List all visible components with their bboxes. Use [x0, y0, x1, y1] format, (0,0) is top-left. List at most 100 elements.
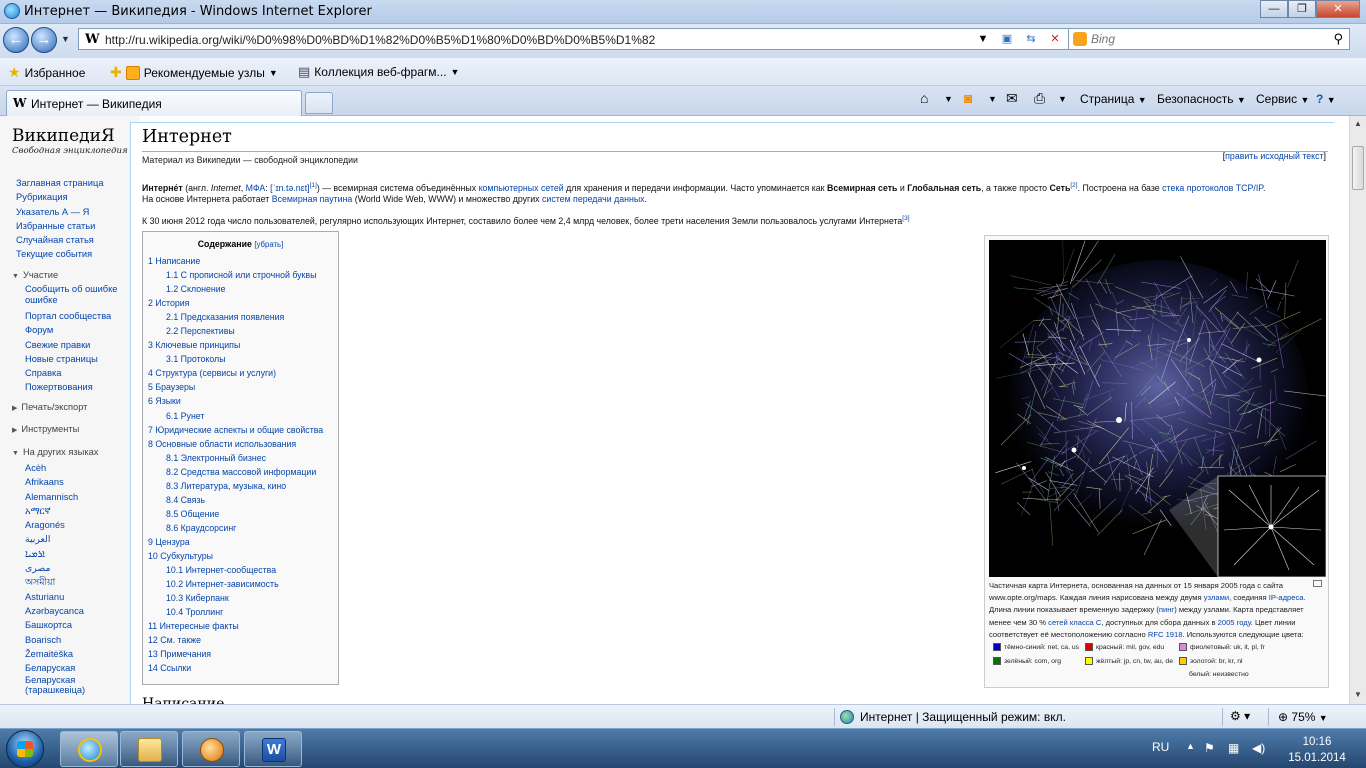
web-slice-gallery-button[interactable]: ▤ Коллекция веб-фрагм... ▼ — [298, 64, 459, 80]
refresh-icon[interactable]: ⇆ — [1021, 31, 1041, 47]
toc-item[interactable]: 3 Ключевые принципы — [148, 338, 323, 352]
protected-mode-icon[interactable]: ⚙ ▾ — [1230, 709, 1250, 723]
compatibility-view-icon[interactable]: ▣ — [997, 31, 1017, 47]
caption-link[interactable]: сетей класса C — [1048, 618, 1101, 627]
toc-item[interactable]: 10.1 Интернет-сообщества — [148, 563, 323, 577]
close-button[interactable]: ✕ — [1316, 0, 1360, 18]
toc-item[interactable]: 4 Структура (сервисы и услуги) — [148, 366, 323, 380]
lang-link[interactable]: Asturianu — [25, 590, 85, 604]
back-button[interactable]: ← — [3, 27, 29, 53]
maximize-button[interactable]: ❐ — [1288, 0, 1316, 18]
caption-link[interactable]: пинг — [1159, 605, 1174, 614]
sidebar-item-community-portal[interactable]: Портал сообщества — [25, 309, 117, 323]
sidebar-item-recent-changes[interactable]: Свежие правки — [25, 338, 117, 352]
toc-item[interactable]: 12 См. также — [148, 633, 323, 647]
taskbar-media-player[interactable] — [182, 731, 240, 767]
scroll-down-icon[interactable]: ▼ — [1354, 690, 1362, 699]
sidebar-item-current-events[interactable]: Текущие события — [16, 247, 104, 261]
lang-link[interactable]: অসমীয়া — [25, 575, 85, 589]
toc-item[interactable]: 9 Цензура — [148, 535, 323, 549]
scroll-up-icon[interactable]: ▲ — [1354, 119, 1362, 128]
sidebar-section-languages[interactable]: ▼ На других языках — [12, 447, 98, 457]
footnote-ref[interactable]: [2] — [1070, 182, 1077, 189]
lang-link[interactable]: العربية — [25, 532, 85, 546]
sidebar-item-forum[interactable]: Форум — [25, 323, 117, 337]
wikipedia-logo[interactable]: ВикипедиЯ Свободная энциклопедия — [12, 126, 128, 156]
print-dropdown-icon[interactable]: ▼ — [1058, 94, 1067, 104]
sidebar-item-report-error[interactable]: Сообщить об ошибке — [25, 284, 117, 294]
lang-link[interactable]: مصرى — [25, 561, 85, 575]
toc-item[interactable]: 6 Языки — [148, 394, 323, 408]
tab-wikipedia[interactable]: W Интернет — Википедия — [6, 90, 302, 116]
toc-item[interactable]: 3.1 Протоколы — [148, 352, 323, 366]
article-link[interactable]: компьютерных сетей — [479, 183, 564, 193]
toc-item[interactable]: 14 Ссылки — [148, 661, 323, 675]
lang-link[interactable]: Беларуская — [25, 661, 85, 675]
lang-link[interactable]: Boarisch — [25, 633, 85, 647]
new-tab-button[interactable] — [305, 92, 333, 114]
mail-icon[interactable]: ✉ — [1006, 90, 1018, 107]
toc-item[interactable]: 8.4 Связь — [148, 493, 323, 507]
lang-link[interactable]: Azərbaycanca — [25, 604, 85, 618]
home-icon[interactable]: ⌂ — [920, 90, 928, 106]
lang-link[interactable]: Afrikaans — [25, 475, 85, 489]
article-link[interactable]: стека протоколов TCP/IP — [1162, 183, 1263, 193]
toc-item[interactable]: 11 Интересные факты — [148, 619, 323, 633]
sidebar-section-tools[interactable]: ▶ Инструменты — [12, 424, 79, 434]
suggested-sites-button[interactable]: ✚ Рекомендуемые узлы ▼ — [110, 64, 278, 81]
caption-link[interactable]: IP-адреса — [1269, 593, 1304, 602]
address-bar[interactable]: W http://ru.wikipedia.org/wiki/%D0%98%D0… — [78, 28, 1088, 50]
address-dropdown-icon[interactable]: ▼ — [973, 31, 993, 47]
page-scrollbar[interactable]: ▲ ▼ — [1349, 116, 1366, 704]
toc-item[interactable]: 2.2 Перспективы — [148, 324, 323, 338]
article-link[interactable]: систем передачи данных — [542, 194, 645, 204]
toc-item[interactable]: 7 Юридические аспекты и общие свойства — [148, 423, 323, 437]
feed-dropdown-icon[interactable]: ▼ — [988, 94, 997, 104]
toc-item[interactable]: 13 Примечания — [148, 647, 323, 661]
toc-item[interactable]: 8 Основные области использования — [148, 437, 323, 451]
help-menu[interactable]: ? ▼ — [1316, 92, 1336, 106]
toc-item[interactable]: 2.1 Предсказания появления — [148, 310, 323, 324]
sidebar-section-print-export[interactable]: ▶ Печать/экспорт — [12, 402, 87, 412]
language-indicator[interactable]: RU — [1152, 740, 1169, 754]
edit-source-link[interactable]: [править исходный текст] — [1223, 151, 1326, 161]
sidebar-item-report-error-cont[interactable]: ошибке — [25, 294, 117, 306]
sidebar-item-featured[interactable]: Избранные статьи — [16, 219, 104, 233]
toc-item[interactable]: 8.5 Общение — [148, 507, 323, 521]
toc-item[interactable]: 10.2 Интернет-зависимость — [148, 577, 323, 591]
sidebar-item-categories[interactable]: Рубрикация — [16, 190, 104, 204]
security-zone[interactable]: Интернет | Защищенный режим: вкл. — [840, 710, 1066, 724]
toc-item[interactable]: 2 История — [148, 296, 323, 310]
lang-link[interactable]: Aragonés — [25, 518, 85, 532]
toc-hide-link[interactable]: [убрать] — [254, 240, 283, 249]
forward-button[interactable]: → — [31, 27, 57, 53]
toc-item[interactable]: 8.6 Краудсорсинг — [148, 521, 323, 535]
toc-item[interactable]: 8.2 Средства массовой информации — [148, 465, 323, 479]
address-url[interactable]: http://ru.wikipedia.org/wiki/%D0%98%D0%B… — [105, 33, 655, 47]
sidebar-item-index[interactable]: Указатель А — Я — [16, 205, 104, 219]
toc-item[interactable]: 8.3 Литература, музыка, кино — [148, 479, 323, 493]
search-icon[interactable]: ⚲ — [1333, 31, 1343, 47]
minimize-button[interactable]: — — [1260, 0, 1288, 18]
tools-menu[interactable]: Сервис ▼ — [1256, 92, 1309, 106]
lang-link[interactable]: Беларуская — [25, 675, 85, 685]
search-box[interactable]: ⚲ — [1068, 28, 1350, 50]
toc-item[interactable]: 10 Субкультуры — [148, 549, 323, 563]
system-clock[interactable]: 10:16 15.01.2014 — [1286, 734, 1348, 766]
lang-link[interactable]: አማርኛ — [25, 504, 85, 518]
footnote-ref[interactable]: [3] — [902, 215, 909, 222]
start-button[interactable] — [6, 730, 44, 768]
network-icon[interactable]: ▦ — [1228, 741, 1239, 755]
sidebar-item-donate[interactable]: Пожертвования — [25, 380, 117, 394]
action-center-icon[interactable]: ⚑ — [1204, 741, 1215, 755]
article-link[interactable]: Всемирная паутина — [272, 194, 353, 204]
sidebar-item-random[interactable]: Случайная статья — [16, 233, 104, 247]
toc-item[interactable]: 10.4 Троллинг — [148, 605, 323, 619]
taskbar-internet-explorer[interactable] — [60, 731, 118, 767]
tray-expand-icon[interactable]: ▲ — [1186, 741, 1195, 751]
history-dropdown-icon[interactable]: ▼ — [61, 34, 70, 44]
toc-item[interactable]: 6.1 Рунет — [148, 409, 323, 423]
caption-link[interactable]: RFC 1918 — [1148, 630, 1183, 639]
volume-icon[interactable]: ◀) — [1252, 741, 1265, 755]
taskbar-explorer[interactable] — [120, 731, 178, 767]
